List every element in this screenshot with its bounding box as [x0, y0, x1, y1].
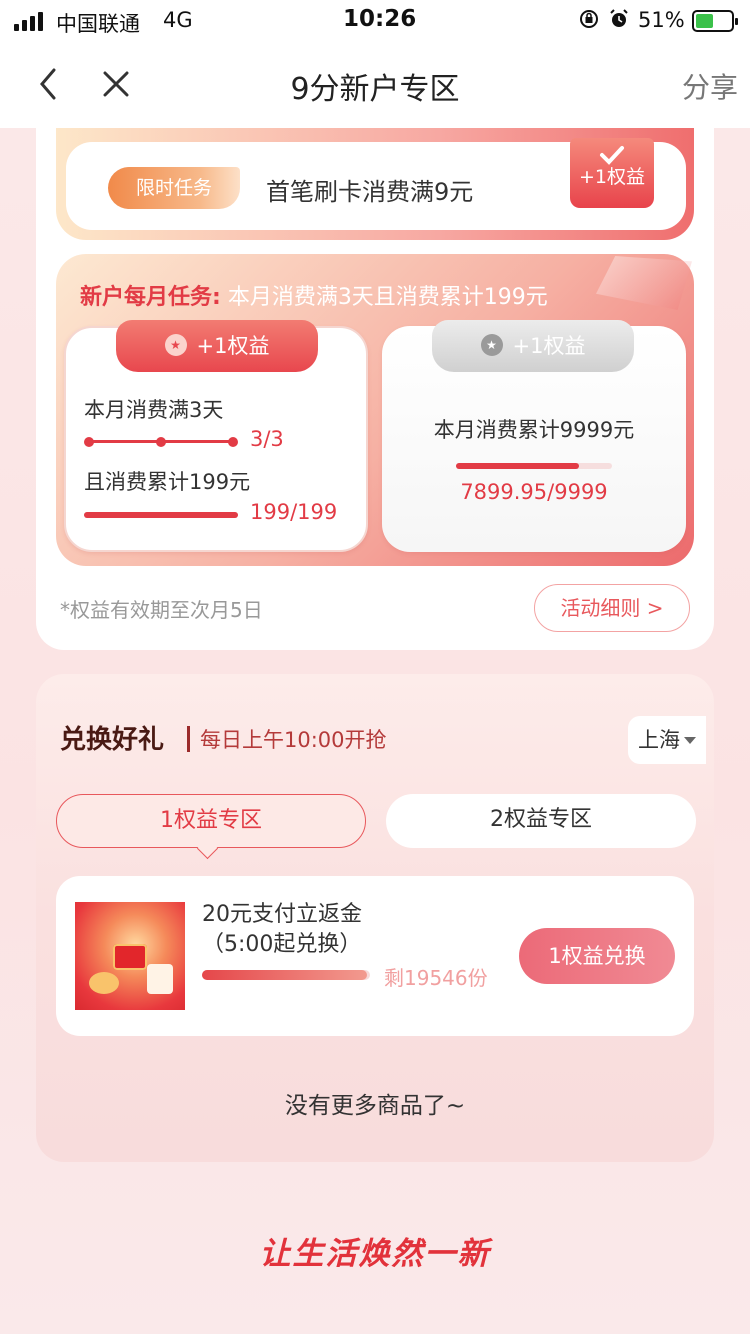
tab-1-benefit-zone[interactable]: 1权益专区	[56, 794, 366, 848]
monthly-task-title-rest: 本月消费满3天且消费累计199元	[227, 285, 548, 310]
stock-progress-fill	[202, 970, 367, 980]
page-title: 9分新户专区	[290, 72, 460, 107]
amount-progress-value: 199/199	[250, 500, 338, 524]
no-more-items-text: 没有更多商品了~	[284, 1093, 466, 1119]
cumulative-progress-bar	[456, 463, 612, 469]
days-progress-value: 3/3	[250, 427, 284, 451]
battery-percent: 51%	[638, 8, 685, 32]
check-icon	[600, 146, 624, 165]
first-task-description: 首笔刷卡消费满9元	[266, 178, 474, 206]
stock-progress-bar	[202, 970, 370, 980]
redeem-button[interactable]: 1权益兑换	[519, 928, 675, 984]
validity-note: *权益有效期至次月5日	[60, 598, 263, 622]
left-reward-header: +1权益	[116, 318, 318, 372]
cellular-signal-icon	[14, 11, 43, 31]
tab-2-benefit-zone[interactable]: 2权益专区	[386, 794, 696, 848]
monthly-task-title-emphasis: 新户每月任务:	[80, 285, 221, 310]
title-divider	[187, 726, 190, 752]
amount-progress-bar	[84, 512, 238, 518]
exchange-subtitle: 每日上午10:00开抢	[200, 728, 387, 752]
right-reward-label: +1权益	[512, 334, 586, 358]
days-condition-label: 本月消费满3天	[84, 398, 224, 422]
city-name: 上海	[638, 728, 680, 752]
medal-icon	[164, 318, 187, 372]
battery-icon	[692, 10, 738, 32]
dropdown-arrow-icon	[684, 737, 696, 744]
slogan: 让生活焕然一新	[259, 1236, 491, 1272]
battery-level	[696, 14, 714, 28]
network-type: 4G	[163, 8, 193, 32]
city-selector[interactable]: 上海	[628, 716, 706, 764]
limited-time-tag: 限时任务	[108, 167, 240, 209]
amount-condition-label: 且消费累计199元	[84, 470, 251, 494]
carrier-name: 中国联通	[56, 12, 140, 36]
amount-progress-fill	[84, 512, 238, 518]
status-bar: 中国联通 4G 10:26 51%	[0, 0, 750, 42]
status-time: 10:26	[343, 6, 417, 32]
cumulative-progress-value: 7899.95/9999	[460, 480, 608, 504]
navigation-bar: 9分新户专区 分享	[0, 42, 750, 128]
right-reward-header: +1权益	[432, 318, 634, 372]
stock-remaining: 剩19546份	[384, 966, 488, 990]
alarm-icon	[610, 9, 628, 27]
product-name: 20元支付立返金（5:00起兑换）	[202, 902, 362, 957]
rotation-lock-icon	[580, 10, 598, 28]
product-image	[75, 902, 185, 1010]
cumulative-progress-fill	[456, 463, 580, 469]
monthly-task-title: 新户每月任务: 本月消费满3天且消费累计199元	[80, 279, 548, 311]
medal-icon	[480, 318, 503, 372]
first-task-reward-text: +1权益	[578, 166, 645, 188]
days-progress-bar	[84, 437, 238, 447]
exchange-title: 兑换好礼	[60, 725, 165, 755]
activity-rules-button[interactable]: 活动细则 >	[534, 584, 690, 632]
cumulative-condition-label: 本月消费累计9999元	[433, 418, 635, 442]
status-icons	[578, 8, 630, 30]
left-reward-label: +1权益	[196, 334, 270, 358]
share-button[interactable]: 分享	[682, 66, 738, 106]
first-task-reward-badge: +1权益	[570, 138, 654, 208]
